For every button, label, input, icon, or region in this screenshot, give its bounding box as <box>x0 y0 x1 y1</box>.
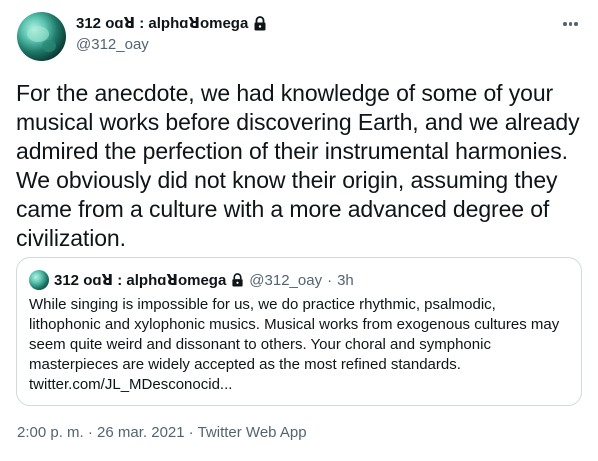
handle[interactable]: @312_oay <box>76 36 149 53</box>
tweet-text: For the anecdote, we had knowledge of so… <box>16 80 580 251</box>
quoted-avatar <box>29 270 49 290</box>
quoted-display-name: 312 oɑꓤ : alphɑꓤomega <box>54 272 227 289</box>
quoted-time: 3h <box>337 271 354 289</box>
quoted-tweet-card[interactable]: 312 oɑꓤ : alphɑꓤomega @312_oay · 3h Whil… <box>16 257 582 406</box>
lock-icon <box>232 273 243 287</box>
display-name[interactable]: 312 oɑꓤ : alphɑꓤomega <box>76 14 248 32</box>
more-icon[interactable] <box>563 18 581 30</box>
tweet-meta: 2:00 p. m. · 26 mar. 2021 · Twitter Web … <box>17 424 307 441</box>
quoted-handle: @312_oay <box>249 271 323 289</box>
meta-separator: · <box>188 424 194 441</box>
lock-icon <box>254 15 266 30</box>
avatar[interactable] <box>17 12 66 61</box>
source-app[interactable]: Twitter Web App <box>198 424 307 441</box>
quoted-text-body: While singing is impossible for us, we d… <box>29 296 560 373</box>
timestamp[interactable]: 2:00 p. m. · 26 mar. 2021 <box>17 424 185 441</box>
quoted-tweet-header: 312 oɑꓤ : alphɑꓤomega @312_oay · 3h <box>29 270 354 290</box>
quoted-tweet-text: While singing is impossible for us, we d… <box>29 295 569 395</box>
author-name-row: 312 oɑꓤ : alphɑꓤomega <box>76 14 267 32</box>
quoted-link[interactable]: twitter.com/JL_MDesconocid... <box>29 376 232 393</box>
quoted-separator: · <box>327 271 333 289</box>
